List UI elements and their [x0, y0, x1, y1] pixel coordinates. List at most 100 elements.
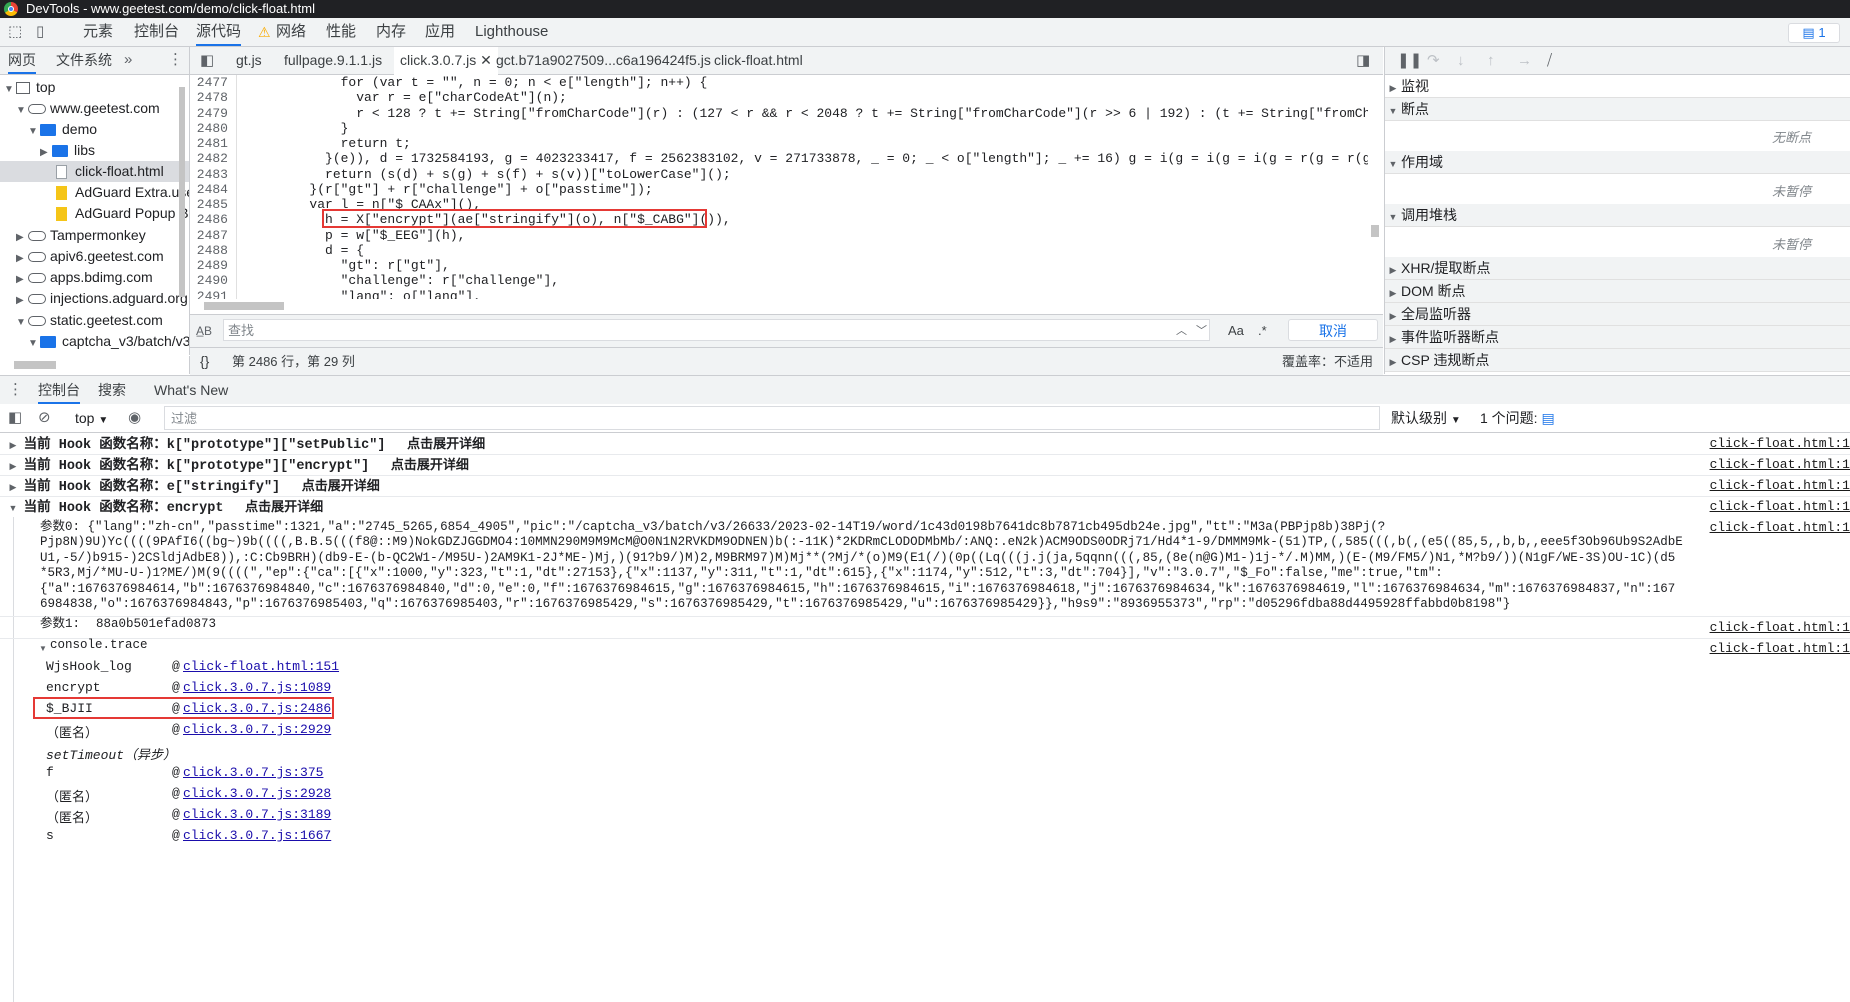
- tab-application[interactable]: 应用: [425, 18, 455, 46]
- line-number[interactable]: 2483: [197, 167, 228, 182]
- tree-item-static-geetest[interactable]: ▼ static.geetest.com: [16, 310, 163, 331]
- tree-item-tampermonkey[interactable]: ▶ Tampermonkey: [16, 225, 146, 246]
- replace-toggle-icon[interactable]: A̲B: [196, 321, 212, 341]
- line-number[interactable]: 2489: [197, 258, 228, 273]
- collapse-arrow-icon[interactable]: ▼: [36, 638, 50, 659]
- console-message-hook-expanded[interactable]: ▼ 当前 Hook 函数名称：encrypt 点击展开详细 click-floa…: [0, 496, 1850, 517]
- scrollbar-thumb[interactable]: [14, 361, 56, 369]
- navigator-menu-icon[interactable]: ⋮: [168, 50, 183, 70]
- toggle-debugger-icon[interactable]: ◨: [1356, 51, 1370, 71]
- message-source-link[interactable]: click-float.html:1: [1710, 475, 1850, 496]
- line-number[interactable]: 2487: [197, 228, 228, 243]
- editor-vertical-scrollbar[interactable]: [1368, 75, 1383, 300]
- clear-console-icon[interactable]: ⊘: [38, 408, 51, 428]
- step-into-icon[interactable]: ↓: [1457, 51, 1465, 71]
- line-number[interactable]: 2481: [197, 136, 228, 151]
- section-dom-breakpoints[interactable]: ▶ DOM 断点: [1385, 280, 1850, 303]
- section-csp-breakpoints[interactable]: ▶ CSP 违规断点: [1385, 349, 1850, 372]
- line-number[interactable]: 2478: [197, 90, 228, 105]
- trace-source-link[interactable]: click.3.0.7.js:3189: [183, 807, 331, 822]
- next-match-icon[interactable]: ﹀: [1196, 321, 1207, 341]
- tab-page[interactable]: 网页: [8, 47, 36, 74]
- editor-tab-gt[interactable]: gt.js: [230, 47, 268, 74]
- drawer-tab-search[interactable]: 搜索: [98, 376, 126, 404]
- tree-item-captcha-batch[interactable]: ▼ captcha_v3/batch/v3: [28, 331, 189, 352]
- expand-arrow-icon[interactable]: ▶: [6, 456, 20, 477]
- line-number[interactable]: 2477: [197, 75, 228, 90]
- tree-item-adguard-popup[interactable]: AdGuard Popup B: [56, 203, 189, 224]
- console-filter-input[interactable]: 过滤: [164, 406, 1380, 430]
- line-number[interactable]: 2479: [197, 106, 228, 121]
- toggle-sidebar-icon[interactable]: ◧: [8, 408, 22, 428]
- inspect-element-icon[interactable]: ⬚: [8, 22, 22, 42]
- expand-arrow-icon[interactable]: ▶: [6, 435, 20, 456]
- tree-horizontal-scrollbar[interactable]: [0, 356, 190, 374]
- step-over-icon[interactable]: ↷: [1427, 51, 1440, 71]
- search-input[interactable]: 查找: [223, 319, 1210, 341]
- message-source-link[interactable]: click-float.html:1: [1710, 617, 1850, 638]
- drawer-menu-icon[interactable]: ⋮: [8, 380, 23, 400]
- tab-filesystem[interactable]: 文件系统: [56, 47, 112, 74]
- line-number[interactable]: 2484: [197, 182, 228, 197]
- editor-tab-fullpage[interactable]: fullpage.9.1.1.js: [278, 47, 388, 74]
- toggle-navigator-icon[interactable]: ◧: [200, 51, 214, 71]
- tree-item-demo[interactable]: ▼ demo: [28, 119, 97, 140]
- line-number[interactable]: 2490: [197, 273, 228, 288]
- tab-lighthouse[interactable]: Lighthouse: [475, 18, 548, 46]
- scrollbar-thumb[interactable]: [204, 302, 284, 310]
- message-source-link[interactable]: click-float.html:1: [1710, 433, 1850, 454]
- line-number[interactable]: 2486: [197, 212, 228, 227]
- tree-item-click-float[interactable]: click-float.html: [0, 161, 189, 182]
- section-scope[interactable]: ▼ 作用域: [1385, 151, 1850, 174]
- expand-arrow-icon[interactable]: ▶: [6, 477, 20, 498]
- tree-scrollbar[interactable]: [177, 77, 187, 357]
- live-expression-eye-icon[interactable]: ◉: [128, 408, 141, 428]
- tab-elements[interactable]: 元素: [83, 18, 113, 46]
- section-watch[interactable]: ▶ 监视: [1385, 75, 1850, 98]
- message-source-link[interactable]: click-float.html:1: [1710, 496, 1850, 517]
- search-cancel-button[interactable]: 取消: [1288, 319, 1378, 341]
- tab-memory[interactable]: 内存: [376, 18, 406, 46]
- editor-tab-gct[interactable]: gct.b71a9027509...c6a196424f5.js: [490, 47, 717, 74]
- tree-item-apiv6[interactable]: ▶ apiv6.geetest.com: [16, 246, 164, 267]
- trace-source-link[interactable]: click.3.0.7.js:1089: [183, 680, 331, 695]
- trace-source-link[interactable]: click.3.0.7.js:2929: [183, 722, 331, 737]
- scrollbar-thumb[interactable]: [179, 87, 185, 297]
- section-call-stack[interactable]: ▼ 调用堆栈: [1385, 204, 1850, 227]
- tree-item-apps-bdimg[interactable]: ▶ apps.bdimg.com: [16, 267, 153, 288]
- line-number[interactable]: 2488: [197, 243, 228, 258]
- message-source-link[interactable]: click-float.html:1: [1705, 520, 1850, 535]
- tree-item-injections[interactable]: ▶ injections.adguard.org: [16, 288, 188, 309]
- section-global-listeners[interactable]: ▶ 全局监听器: [1385, 303, 1850, 326]
- line-number[interactable]: 2480: [197, 121, 228, 136]
- tree-item-libs[interactable]: ▶ libs: [40, 140, 95, 161]
- scrollbar-thumb[interactable]: [1371, 225, 1379, 237]
- previous-match-icon[interactable]: ︿: [1176, 321, 1187, 341]
- editor-horizontal-scrollbar[interactable]: [190, 299, 1368, 313]
- context-selector[interactable]: top ▼: [75, 404, 108, 435]
- trace-source-link[interactable]: click.3.0.7.js:375: [183, 765, 323, 780]
- section-breakpoints[interactable]: ▼ 断点: [1385, 98, 1850, 121]
- tree-item-www-geetest[interactable]: ▼ www.geetest.com: [16, 98, 160, 119]
- message-source-link[interactable]: click-float.html:1: [1710, 454, 1850, 475]
- drawer-tab-console[interactable]: 控制台: [38, 376, 80, 404]
- console-message-hook[interactable]: ▶ 当前 Hook 函数名称：k["prototype"]["encrypt"]…: [0, 454, 1850, 475]
- tab-sources[interactable]: 源代码: [196, 18, 242, 46]
- match-case-button[interactable]: Aa: [1228, 321, 1244, 341]
- line-number[interactable]: 2482: [197, 151, 228, 166]
- editor-tab-click-float[interactable]: click-float.html: [708, 47, 809, 74]
- section-event-listener-breakpoints[interactable]: ▶ 事件监听器断点: [1385, 326, 1850, 349]
- tab-console[interactable]: 控制台: [134, 18, 179, 46]
- message-source-link[interactable]: click-float.html:1: [1710, 638, 1850, 659]
- tree-item-top[interactable]: ▼ top: [4, 77, 55, 98]
- tab-performance[interactable]: 性能: [326, 18, 356, 46]
- step-icon[interactable]: →: [1517, 51, 1532, 71]
- collapse-arrow-icon[interactable]: ▼: [6, 498, 20, 519]
- trace-source-link[interactable]: click-float.html:151: [183, 659, 339, 674]
- pause-icon[interactable]: ❚❚: [1397, 51, 1422, 71]
- tree-item-adguard-extra[interactable]: AdGuard Extra.use: [56, 182, 189, 203]
- more-tabs-icon[interactable]: »: [124, 50, 132, 70]
- drawer-tab-whats-new[interactable]: What's New: [154, 376, 228, 404]
- regex-button[interactable]: .*: [1258, 321, 1267, 341]
- code-editor[interactable]: 2477 2478 2479 2480 2481 2482 2483 2484 …: [190, 75, 1383, 313]
